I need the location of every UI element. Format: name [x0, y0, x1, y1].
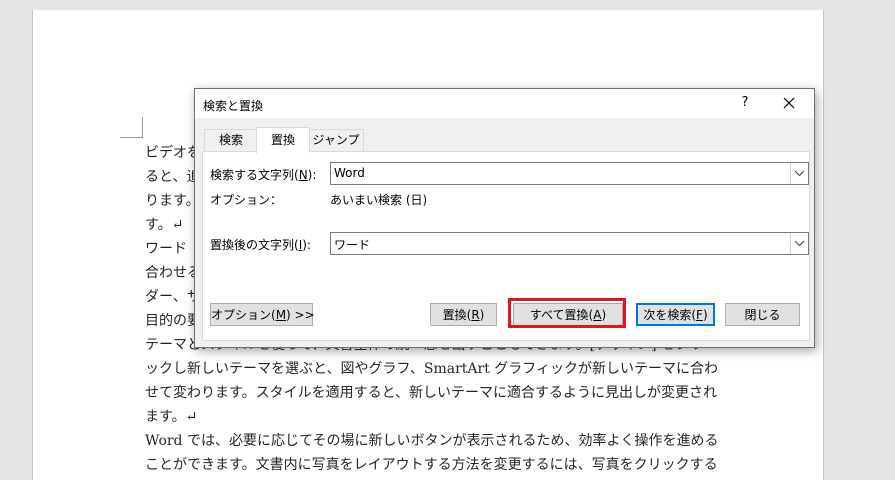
document-line: ると、追 [145, 169, 201, 185]
options-button[interactable]: オプション(M) >> [210, 303, 315, 326]
document-line: ことができます。文書内に写真をレイアウトする方法を変更するには、写真をクリックす… [145, 457, 718, 473]
replace-button[interactable]: 置換(R) [430, 303, 497, 326]
document-line: ックし新しいテーマを選ぶと、図やグラフ、SmartArt グラフィックが新しいテ… [145, 361, 719, 377]
close-icon[interactable] [778, 92, 800, 114]
help-button[interactable]: ? [735, 93, 755, 113]
document-line: ビデオを [145, 145, 201, 161]
document-line: ダー、サ [145, 289, 201, 305]
find-replace-dialog: 検索と置換 ? 検索 置換 ジャンプ 検索する文字列(N): Word オプショ… [194, 88, 815, 348]
chevron-down-icon[interactable] [790, 233, 808, 254]
document-line: す。↵ [145, 217, 184, 233]
dialog-titlebar[interactable]: 検索と置換 ? [195, 89, 814, 118]
replace-with-label: 置換後の文字列(I): [210, 238, 311, 252]
margin-corner-mark [120, 117, 143, 138]
find-next-button[interactable]: 次を検索(F) [636, 303, 715, 326]
document-line: ワード [145, 241, 187, 257]
options-value: あいまい検索 (日) [330, 193, 428, 207]
tab-find[interactable]: 検索 [204, 129, 258, 151]
options-label: オプション： [210, 193, 283, 207]
replace-with-value: ワード [334, 238, 371, 252]
replace-with-combobox[interactable]: ワード [330, 232, 809, 255]
chevron-down-icon[interactable] [790, 163, 808, 184]
document-line: 目的の要 [145, 313, 201, 329]
close-button[interactable]: 閉じる [725, 303, 800, 326]
document-line: せて変わります。スタイルを適用すると、新しいテーマに適合するように見出しが変更さ… [145, 385, 718, 401]
dialog-title: 検索と置換 [203, 99, 264, 113]
tab-replace[interactable]: 置換 [256, 127, 310, 153]
document-line: ます。↵ [145, 409, 198, 425]
document-line: ります。 [145, 193, 200, 209]
find-what-combobox[interactable]: Word [330, 162, 809, 185]
find-what-label: 検索する文字列(N): [210, 168, 317, 182]
document-line: 合わせる [145, 265, 201, 281]
highlight-box [508, 298, 626, 328]
find-what-value: Word [334, 166, 365, 180]
tab-goto[interactable]: ジャンプ [308, 129, 364, 151]
document-line: Word では、必要に応じてその場に新しいボタンが表示されるため、効率よく操作を… [145, 433, 719, 449]
